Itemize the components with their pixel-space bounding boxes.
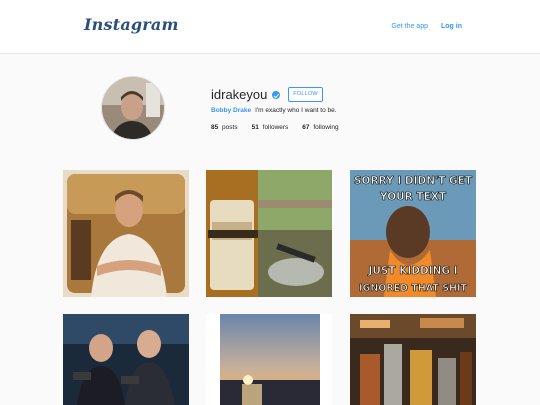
- profile-stats: 85 posts 51 followers 67 following: [211, 124, 339, 131]
- meme-top-text: SORRY I DIDN'T GET: [354, 175, 473, 187]
- verified-badge-icon: [272, 91, 280, 99]
- posts-count: 85: [211, 124, 219, 131]
- followers-stat[interactable]: 51 followers: [252, 124, 289, 131]
- meme-top-text-2: YOUR TEXT: [379, 191, 447, 203]
- meme-bottom-text-2: IGNORED THAT SHIT: [359, 283, 468, 294]
- followers-count: 51: [251, 124, 259, 131]
- post-thumbnail-5[interactable]: [206, 314, 332, 405]
- following-stat[interactable]: 67 following: [302, 124, 338, 131]
- avatar: [101, 76, 165, 140]
- profile-bio-text: I'm exactly who I want to be.: [255, 107, 337, 114]
- post-thumbnail-6[interactable]: [350, 314, 476, 405]
- posts-label: posts: [222, 124, 238, 131]
- profile-header: idrakeyou FOLLOW Bobby Drake I'm exactly …: [0, 54, 540, 166]
- post-thumbnail-1[interactable]: [63, 170, 189, 297]
- profile-full-name: Bobby Drake: [211, 107, 252, 114]
- followers-label: followers: [262, 124, 289, 131]
- post-thumbnail-2[interactable]: [206, 170, 332, 297]
- following-label: following: [313, 124, 339, 131]
- top-bar: Instagram Get the app Log in: [0, 0, 540, 54]
- follow-button[interactable]: FOLLOW: [288, 87, 323, 102]
- profile-bio: Bobby Drake I'm exactly who I want to be.: [211, 107, 337, 114]
- following-count: 67: [302, 124, 310, 131]
- post-thumbnail-3[interactable]: SORRY I DIDN'T GET YOUR TEXT JUST KIDDIN…: [350, 170, 476, 297]
- profile-username: idrakeyou: [211, 87, 268, 102]
- get-the-app-link[interactable]: Get the app: [391, 23, 428, 30]
- login-link[interactable]: Log in: [441, 23, 462, 30]
- instagram-logo[interactable]: Instagram: [84, 15, 179, 34]
- post-thumbnail-4[interactable]: [63, 314, 189, 405]
- top-nav: Get the app Log in: [391, 23, 462, 30]
- posts-stat: 85 posts: [211, 124, 238, 131]
- meme-bottom-text: JUST KIDDING I: [367, 265, 457, 277]
